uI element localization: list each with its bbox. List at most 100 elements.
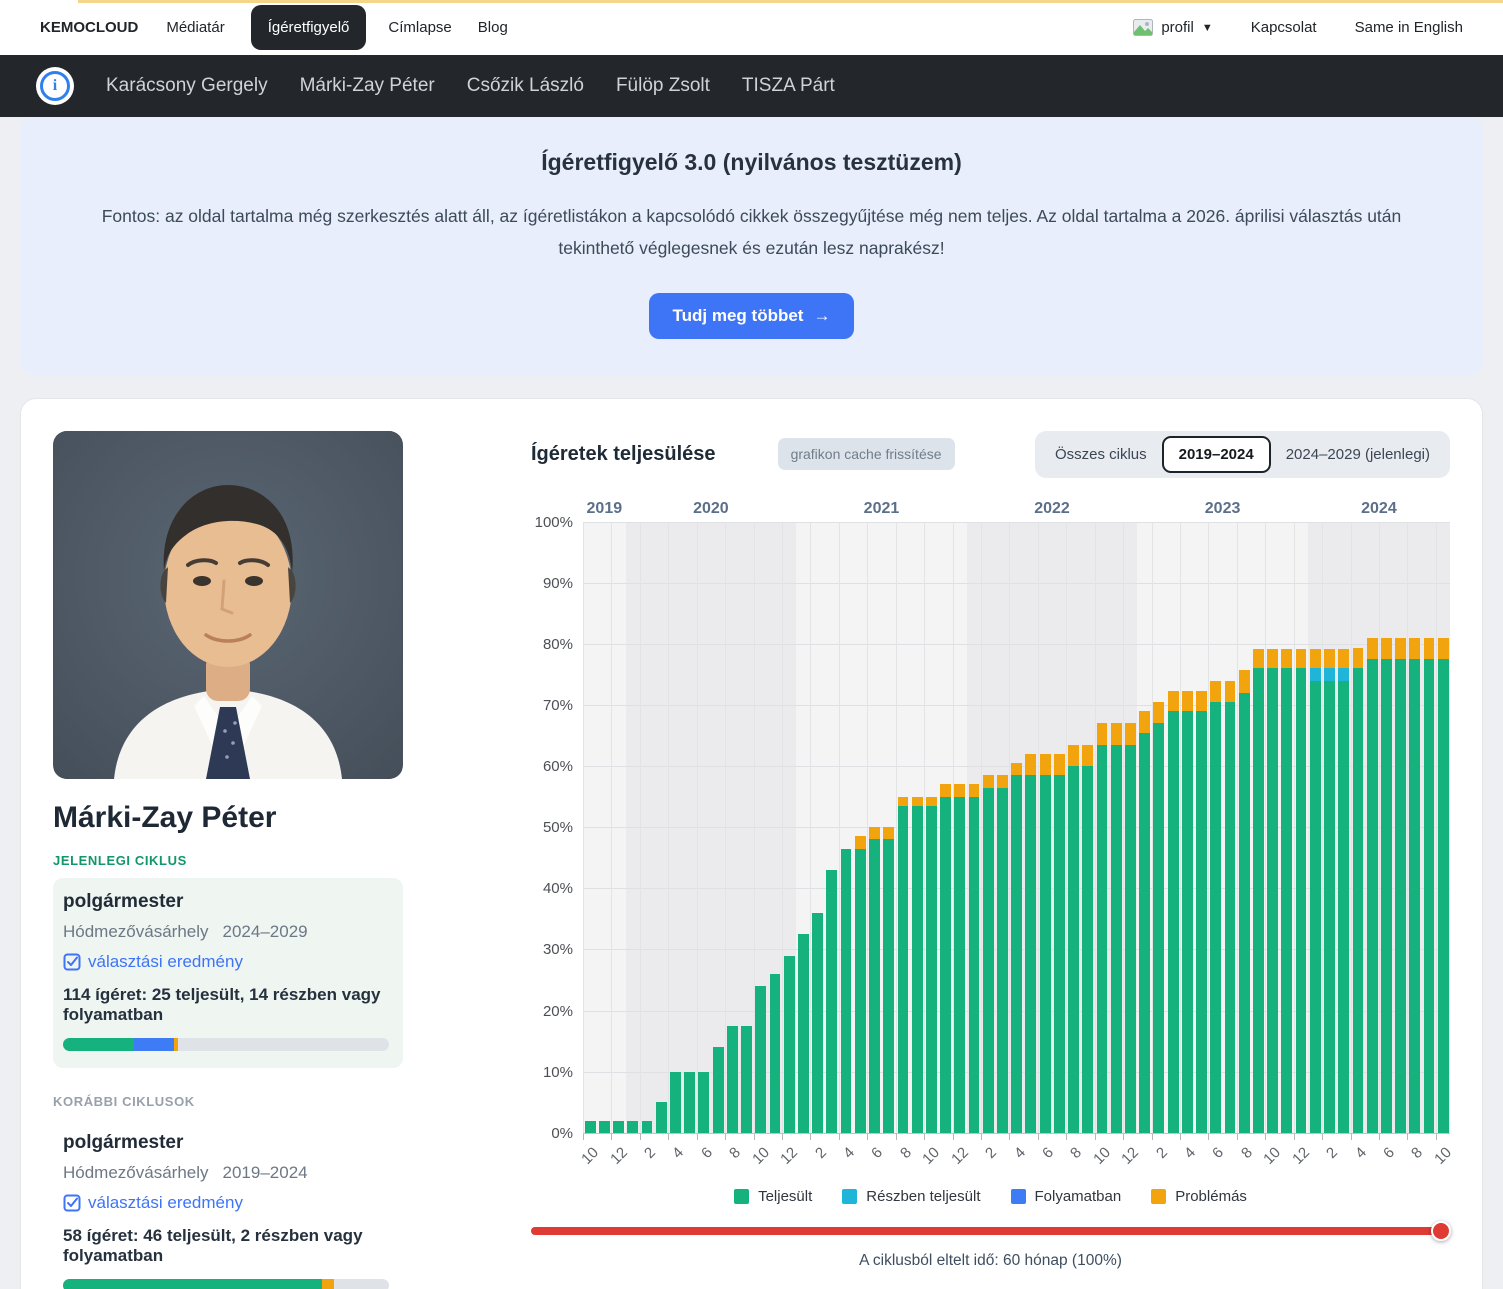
tab-2019-2024[interactable]: 2019–2024 bbox=[1162, 436, 1271, 473]
x-tick-label: 2 bbox=[1153, 1144, 1171, 1162]
learn-more-button[interactable]: Tudj meg többet → bbox=[649, 293, 855, 339]
slider-handle[interactable] bbox=[1431, 1221, 1451, 1241]
chart-bar bbox=[1209, 522, 1223, 1133]
chart-bar bbox=[626, 522, 640, 1133]
bar-segment-problémás bbox=[1196, 691, 1207, 711]
bar-segment-teljesült bbox=[1239, 693, 1250, 1133]
chart-bar bbox=[782, 522, 796, 1133]
subnav-item-csozik[interactable]: Csőzik László bbox=[467, 75, 584, 97]
cycle-city: Hódmezővásárhely bbox=[63, 922, 209, 942]
topnav-item-blog[interactable]: Blog bbox=[478, 19, 508, 36]
x-tick bbox=[611, 1134, 612, 1140]
subnav-item-fulop[interactable]: Fülöp Zsolt bbox=[616, 75, 710, 97]
legend-item-problemas: Problémás bbox=[1151, 1188, 1247, 1205]
bar-segment-teljesült bbox=[1424, 659, 1435, 1133]
chart-bar bbox=[1010, 522, 1024, 1133]
bar-segment-teljesült bbox=[770, 974, 781, 1133]
profile-image-icon bbox=[1133, 19, 1153, 36]
x-tick-label: 2 bbox=[641, 1144, 659, 1162]
topnav-item-cimlapse[interactable]: Címlapse bbox=[388, 19, 451, 36]
chart-bar bbox=[640, 522, 654, 1133]
subnav-item-markizay[interactable]: Márki-Zay Péter bbox=[300, 75, 435, 97]
x-tick-label: 4 bbox=[840, 1144, 858, 1162]
bar-segment-problémás bbox=[983, 775, 994, 787]
x-tick-label: 8 bbox=[1067, 1144, 1085, 1162]
chart-column: Ígéretek teljesülése grafikon cache fris… bbox=[531, 431, 1450, 1289]
bar-segment-teljesült bbox=[926, 806, 937, 1133]
subnav-item-karacsony[interactable]: Karácsony Gergely bbox=[106, 75, 268, 97]
x-tick bbox=[640, 1134, 641, 1140]
x-tick bbox=[1095, 1134, 1096, 1140]
x-tick bbox=[1407, 1134, 1408, 1140]
bar-segment-teljesült bbox=[1395, 659, 1406, 1133]
current-cycle-block: polgármester Hódmezővásárhely 2024–2029 … bbox=[53, 878, 403, 1068]
chart-bar bbox=[839, 522, 853, 1133]
previous-cycles-label: KORÁBBI CIKLUSOK bbox=[53, 1094, 403, 1109]
topnav-item-igeretfigyelo-active[interactable]: Ígéretfigyelő bbox=[251, 5, 367, 50]
chart-bar bbox=[1095, 522, 1109, 1133]
cycle-city: Hódmezővásárhely bbox=[63, 1163, 209, 1183]
topnav-item-mediatar[interactable]: Médiatár bbox=[166, 19, 224, 36]
chart-bar bbox=[953, 522, 967, 1133]
subnav-item-tisza[interactable]: TISZA Párt bbox=[742, 75, 835, 97]
bar-segment-teljesült bbox=[812, 913, 823, 1133]
chart-bar bbox=[1251, 522, 1265, 1133]
x-tick-label: 4 bbox=[1352, 1144, 1370, 1162]
bar-segment-problémás bbox=[912, 797, 923, 806]
slider-track[interactable] bbox=[531, 1227, 1450, 1235]
x-tick bbox=[1152, 1134, 1153, 1140]
bar-segment-problémás bbox=[1239, 670, 1250, 693]
bar-segment-problémás bbox=[1310, 649, 1321, 669]
topnav-item-language[interactable]: Same in English bbox=[1355, 19, 1463, 36]
bar-segment-problémás bbox=[1267, 649, 1278, 669]
progress-segment bbox=[174, 1038, 177, 1051]
bar-segment-teljesült bbox=[1040, 775, 1051, 1132]
chart-bar bbox=[1393, 522, 1407, 1133]
hero-title: Ígéretfigyelő 3.0 (nyilvános tesztüzem) bbox=[80, 149, 1423, 176]
chart-bar bbox=[995, 522, 1009, 1133]
year-label-2021: 2021 bbox=[864, 500, 900, 518]
tab-all-cycles[interactable]: Összes ciklus bbox=[1040, 438, 1162, 471]
x-tick bbox=[1265, 1134, 1266, 1140]
bar-segment-problémás bbox=[1353, 648, 1364, 668]
bar-segment-teljesült bbox=[684, 1072, 695, 1133]
tab-2024-2029[interactable]: 2024–2029 (jelenlegi) bbox=[1271, 438, 1445, 471]
refresh-cache-button[interactable]: grafikon cache frissítése bbox=[778, 438, 955, 470]
election-result-link[interactable]: választási eredmény bbox=[63, 952, 243, 972]
x-tick bbox=[1351, 1134, 1352, 1140]
promise-progressbar bbox=[63, 1279, 389, 1289]
chart-bar bbox=[1166, 522, 1180, 1133]
cycle-years: 2019–2024 bbox=[223, 1163, 308, 1183]
chart-bar bbox=[896, 522, 910, 1133]
bar-segment-problémás bbox=[1409, 638, 1420, 659]
bar-segment-problémás bbox=[883, 827, 894, 839]
chart-bar bbox=[668, 522, 682, 1133]
y-tick-label: 100% bbox=[527, 514, 573, 531]
year-label-2019: 2019 bbox=[587, 500, 623, 518]
bar-segment-problémás bbox=[1281, 649, 1292, 669]
bar-segment-teljesült bbox=[1267, 668, 1278, 1132]
legend-item-folyamatban: Folyamatban bbox=[1011, 1188, 1122, 1205]
election-result-link[interactable]: választási eredmény bbox=[63, 1193, 243, 1213]
x-tick-label: 10 bbox=[749, 1144, 773, 1168]
bar-segment-teljesült bbox=[1367, 659, 1378, 1133]
chart-bar bbox=[1180, 522, 1194, 1133]
brand-kemocloud[interactable]: KEMOCLOUD bbox=[40, 19, 138, 36]
chart-bar bbox=[1081, 522, 1095, 1133]
x-tick-label: 12 bbox=[948, 1144, 972, 1168]
chart-bar bbox=[1322, 522, 1336, 1133]
elapsed-time-slider[interactable] bbox=[531, 1221, 1450, 1241]
x-tick-label: 10 bbox=[1431, 1144, 1455, 1168]
bar-segment-problémás bbox=[898, 797, 909, 806]
x-tick-label: 10 bbox=[919, 1144, 943, 1168]
profile-menu[interactable]: profil ▼ bbox=[1133, 19, 1212, 36]
bar-segment-problémás bbox=[1068, 745, 1079, 766]
progress-segment bbox=[322, 1279, 334, 1289]
topnav-item-kapcsolat[interactable]: Kapcsolat bbox=[1251, 19, 1317, 36]
chart-bar bbox=[1123, 522, 1137, 1133]
info-icon[interactable]: i bbox=[36, 67, 74, 105]
bar-segment-teljesült bbox=[826, 870, 837, 1133]
bar-segment-teljesült bbox=[1210, 702, 1221, 1133]
x-tick bbox=[953, 1134, 954, 1140]
bar-segment-problémás bbox=[954, 784, 965, 796]
